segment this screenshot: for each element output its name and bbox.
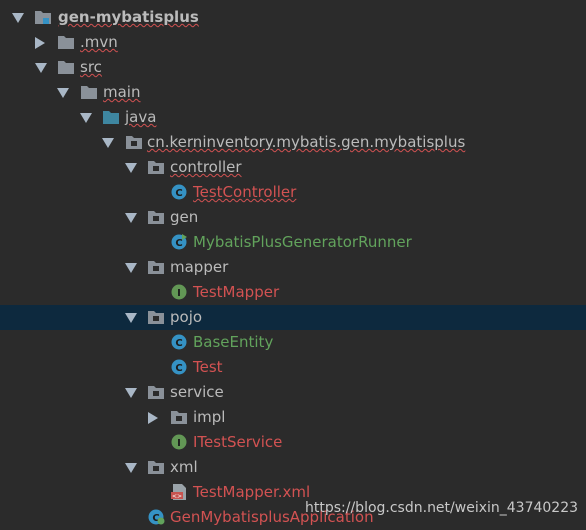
package-icon: [147, 159, 165, 175]
tree-row-java[interactable]: java: [0, 105, 586, 130]
tree-label-test-mapper: TestMapper: [193, 283, 280, 301]
chevron-down-icon[interactable]: [35, 63, 47, 73]
package-icon: [147, 209, 165, 225]
tree-label-xml: xml: [170, 458, 198, 476]
chevron-down-icon[interactable]: [125, 213, 137, 223]
tree-label-pojo: pojo: [170, 308, 203, 326]
tree-row-base-entity[interactable]: BaseEntity: [0, 330, 586, 355]
tree-row-itest-service[interactable]: ITestService: [0, 430, 586, 455]
interface-icon: [170, 284, 188, 300]
tree-row-pojo[interactable]: pojo: [0, 305, 586, 330]
chevron-down-icon[interactable]: [125, 313, 137, 323]
class-icon: [170, 359, 188, 375]
tree-row-main[interactable]: main: [0, 80, 586, 105]
tree-row-gen[interactable]: gen: [0, 205, 586, 230]
folder-icon: [57, 34, 75, 50]
tree-row-src[interactable]: src: [0, 55, 586, 80]
tree-row-test-mapper[interactable]: TestMapper: [0, 280, 586, 305]
tree-label-test-mapper-xml: TestMapper.xml: [193, 483, 311, 501]
tree-label-impl: impl: [193, 408, 226, 426]
tree-label-main: main: [103, 83, 141, 101]
chevron-down-icon[interactable]: [12, 13, 24, 23]
project-tree: gen-mybatisplus .mvn src main java cn.ke…: [0, 5, 586, 530]
package-icon: [147, 459, 165, 475]
tree-label-package: cn.kerninventory.mybatis.gen.mybatisplus: [147, 133, 466, 151]
runnable-class-icon: [170, 234, 188, 250]
tree-label-controller: controller: [170, 158, 242, 176]
chevron-down-icon[interactable]: [125, 163, 137, 173]
chevron-down-icon[interactable]: [125, 263, 137, 273]
tree-row-test[interactable]: Test: [0, 355, 586, 380]
tree-label-src: src: [80, 58, 102, 76]
package-icon: [147, 259, 165, 275]
tree-label-java: java: [125, 108, 157, 126]
chevron-down-icon[interactable]: [102, 138, 114, 148]
tree-label-mapper: mapper: [170, 258, 229, 276]
tree-row-mapper[interactable]: mapper: [0, 255, 586, 280]
chevron-down-icon[interactable]: [125, 463, 137, 473]
tree-row-runner[interactable]: MybatisPlusGeneratorRunner: [0, 230, 586, 255]
watermark-text: https://blog.csdn.net/weixin_43740223: [305, 500, 579, 516]
tree-label-project: gen-mybatisplus: [58, 8, 199, 26]
tree-label-itest-service: ITestService: [193, 433, 283, 451]
chevron-down-icon[interactable]: [57, 88, 69, 98]
package-icon: [147, 309, 165, 325]
tree-row-impl[interactable]: impl: [0, 405, 586, 430]
interface-icon: [170, 434, 188, 450]
tree-label-runner: MybatisPlusGeneratorRunner: [193, 233, 412, 251]
tree-label-test-controller: TestController: [193, 183, 297, 201]
tree-row-project[interactable]: gen-mybatisplus: [0, 5, 586, 30]
tree-row-test-controller[interactable]: TestController: [0, 180, 586, 205]
tree-label-gen: gen: [170, 208, 199, 226]
tree-row-controller[interactable]: controller: [0, 155, 586, 180]
tree-row-mvn[interactable]: .mvn: [0, 30, 586, 55]
package-icon: [170, 409, 188, 425]
tree-label-base-entity: BaseEntity: [193, 333, 274, 351]
source-root-icon: [102, 109, 120, 125]
folder-icon: [57, 59, 75, 75]
spring-boot-class-icon: [147, 509, 165, 525]
module-folder-icon: [34, 9, 52, 25]
chevron-right-icon[interactable]: [35, 37, 45, 49]
package-icon: [147, 384, 165, 400]
tree-label-test: Test: [193, 358, 223, 376]
chevron-down-icon[interactable]: [125, 388, 137, 398]
xml-file-icon: [170, 484, 188, 500]
tree-label-mvn: .mvn: [80, 33, 118, 51]
tree-row-xml[interactable]: xml: [0, 455, 586, 480]
chevron-right-icon[interactable]: [148, 412, 158, 424]
tree-label-service: service: [170, 383, 224, 401]
class-icon: [170, 184, 188, 200]
package-icon: [125, 134, 143, 150]
chevron-down-icon[interactable]: [80, 113, 92, 123]
tree-row-package[interactable]: cn.kerninventory.mybatis.gen.mybatisplus: [0, 130, 586, 155]
tree-row-service[interactable]: service: [0, 380, 586, 405]
class-icon: [170, 334, 188, 350]
folder-icon: [80, 84, 98, 100]
